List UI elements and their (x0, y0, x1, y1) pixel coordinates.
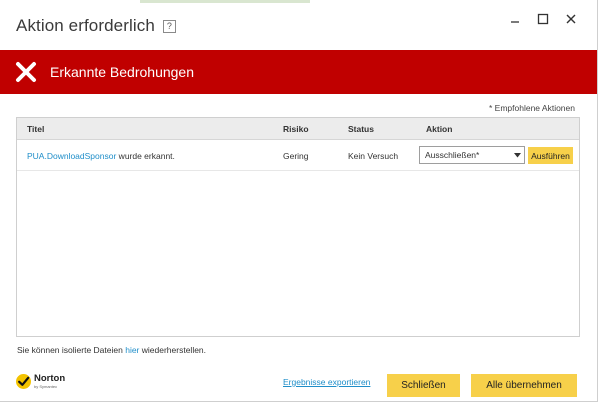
threat-cell: PUA.DownloadSponsor wurde erkannt. (27, 151, 175, 161)
norton-logo: Norton by Symantec (15, 373, 65, 390)
status-cell: Kein Versuch (348, 151, 399, 161)
threat-detected-text: wurde erkannt. (116, 151, 175, 161)
top-edge-decoration (140, 0, 310, 3)
title-bar: Aktion erforderlich ? (16, 14, 176, 38)
risk-cell: Gering (283, 151, 309, 161)
banner-title: Erkannte Bedrohungen (50, 64, 194, 80)
window-title: Aktion erforderlich (16, 16, 155, 35)
restore-here-link[interactable]: hier (125, 345, 139, 355)
close-icon (566, 14, 576, 24)
minimize-icon (511, 21, 519, 23)
restore-info: Sie können isolierte Dateien hier wieder… (17, 345, 206, 355)
header-action: Aktion (426, 124, 453, 134)
action-dropdown[interactable]: Ausschließen* (419, 146, 525, 164)
minimize-button[interactable] (507, 11, 523, 27)
header-status: Status (348, 124, 374, 134)
threat-banner: Erkannte Bedrohungen (0, 50, 597, 94)
norton-brand-name: Norton (34, 373, 66, 385)
norton-brand-sub: by Symantec (34, 383, 58, 389)
apply-all-button[interactable]: Alle übernehmen (471, 374, 577, 397)
close-window-button[interactable] (563, 11, 579, 27)
recommended-actions-note: * Empfohlene Aktionen (488, 103, 575, 113)
help-icon[interactable]: ? (162, 19, 176, 33)
norton-checkmark-icon (16, 374, 31, 389)
action-required-dialog: Aktion erforderlich ? Erkannte Bedrohung… (0, 0, 598, 402)
chevron-down-icon (510, 152, 524, 158)
table-row: PUA.DownloadSponsor wurde erkannt. Gerin… (17, 140, 579, 171)
export-results-link[interactable]: Ergebnisse exportieren (283, 377, 370, 387)
restore-prefix: Sie können isolierte Dateien (17, 345, 126, 355)
threat-name-link[interactable]: PUA.DownloadSponsor (27, 151, 116, 161)
header-title: Titel (27, 124, 45, 134)
run-action-button[interactable]: Ausführen (528, 147, 573, 164)
threats-table: Titel Risiko Status Aktion PUA.DownloadS… (16, 117, 580, 337)
close-button[interactable]: Schließen (387, 374, 460, 397)
header-risk: Risiko (283, 124, 309, 134)
maximize-icon (537, 13, 549, 25)
maximize-button[interactable] (535, 11, 551, 27)
window-controls (507, 11, 579, 27)
action-dropdown-value: Ausschließen* (425, 150, 480, 160)
threat-x-icon (16, 62, 36, 82)
restore-suffix: wiederherstellen. (139, 345, 207, 355)
table-header: Titel Risiko Status Aktion (17, 118, 579, 140)
